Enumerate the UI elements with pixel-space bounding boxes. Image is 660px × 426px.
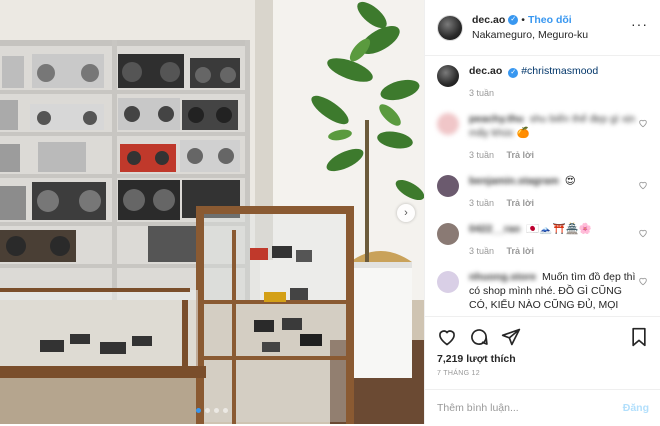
avatar[interactable] bbox=[437, 175, 459, 197]
location-link[interactable]: Nakameguro, Meguro-ku bbox=[472, 28, 588, 43]
carousel-dot bbox=[196, 408, 201, 413]
comment-time: 3 tuần bbox=[469, 150, 495, 160]
username-link[interactable]: dec.ao bbox=[472, 13, 505, 28]
comment-username[interactable]: nhuong.store bbox=[469, 271, 536, 283]
comment-icon bbox=[471, 329, 488, 345]
avatar[interactable] bbox=[437, 113, 459, 135]
photo-scene bbox=[0, 0, 424, 424]
comment-item: 0422__rao 🇯🇵🗻⛩️🏯🌸 3 tuần Trả lời bbox=[437, 222, 648, 258]
separator-dot: • bbox=[521, 13, 525, 26]
carousel-indicator bbox=[0, 408, 424, 413]
likes-count[interactable]: 7,219 lượt thích bbox=[425, 351, 660, 365]
post-side-panel: dec.ao ✓ • Theo dõi Nakameguro, Meguro-k… bbox=[424, 0, 660, 424]
heart-icon[interactable] bbox=[638, 180, 648, 190]
like-button[interactable] bbox=[435, 325, 459, 349]
caption-username[interactable]: dec.ao bbox=[469, 65, 502, 77]
bookmark-icon bbox=[632, 327, 646, 347]
verified-badge-icon: ✓ bbox=[508, 15, 519, 25]
carousel-next-button[interactable]: › bbox=[397, 204, 415, 222]
post-comment-button[interactable]: Đăng bbox=[623, 402, 649, 414]
comment-username[interactable]: peachy.thu bbox=[469, 113, 524, 125]
avatar[interactable] bbox=[437, 223, 459, 245]
reply-button[interactable]: Trả lời bbox=[507, 246, 534, 256]
comment-item: benjamin.stagram 😍 3 tuần Trả lời bbox=[437, 174, 648, 210]
comment-button[interactable] bbox=[467, 325, 491, 349]
carousel-dot bbox=[214, 408, 219, 413]
comment-username[interactable]: 0422__rao bbox=[469, 223, 520, 235]
avatar[interactable] bbox=[437, 65, 459, 87]
avatar[interactable] bbox=[437, 14, 463, 41]
comment-time: 3 tuần bbox=[469, 198, 495, 208]
post-photo[interactable]: › bbox=[0, 0, 424, 424]
carousel-dot bbox=[205, 408, 210, 413]
add-comment-bar: Đăng bbox=[425, 389, 660, 425]
instagram-post: › dec.ao ✓ • Theo dõi Nakameguro, Meguro… bbox=[0, 0, 660, 424]
reply-button[interactable]: Trả lời bbox=[507, 198, 534, 208]
heart-icon bbox=[439, 330, 455, 346]
chevron-right-icon: › bbox=[404, 206, 408, 219]
comment-item: peachy.thu shu biến thế đẹp gì xịn mấy k… bbox=[437, 112, 648, 162]
comment-emoji: 🍊 bbox=[516, 127, 530, 139]
carousel-dot bbox=[223, 408, 228, 413]
heart-icon[interactable] bbox=[638, 276, 648, 286]
avatar[interactable] bbox=[437, 271, 459, 293]
follow-button[interactable]: Theo dõi bbox=[528, 13, 572, 28]
caption: dec.ao ✓ #christmasmood 3 tuần bbox=[437, 64, 648, 100]
comment-emoji: 😍 bbox=[564, 175, 576, 187]
comment-emoji: 🇯🇵🗻⛩️🏯🌸 bbox=[526, 223, 592, 235]
share-button[interactable] bbox=[499, 325, 523, 349]
caption-time: 3 tuần bbox=[469, 88, 495, 98]
share-icon bbox=[501, 328, 521, 346]
post-actions: 7,219 lượt thích 7 THÁNG 12 Đăng bbox=[425, 316, 660, 426]
more-options-icon[interactable]: ··· bbox=[631, 16, 648, 32]
post-header: dec.ao ✓ • Theo dõi Nakameguro, Meguro-k… bbox=[425, 0, 660, 56]
heart-icon[interactable] bbox=[638, 118, 648, 128]
save-button[interactable] bbox=[627, 325, 651, 349]
comment-time: 3 tuần bbox=[469, 246, 495, 256]
heart-icon[interactable] bbox=[638, 228, 648, 238]
post-date: 7 THÁNG 12 bbox=[437, 370, 480, 377]
comment-username[interactable]: benjamin.stagram bbox=[469, 175, 559, 187]
comments-list[interactable]: dec.ao ✓ #christmasmood 3 tuần peachy.thu… bbox=[425, 56, 660, 310]
comment-input[interactable] bbox=[437, 401, 623, 414]
comment-item: nhuong.store Muốn tìm đồ đẹp thì có shop… bbox=[437, 270, 648, 310]
reply-button[interactable]: Trả lời bbox=[507, 150, 534, 160]
hashtag-link[interactable]: #christmasmood bbox=[521, 65, 598, 77]
verified-badge-icon: ✓ bbox=[508, 68, 519, 78]
